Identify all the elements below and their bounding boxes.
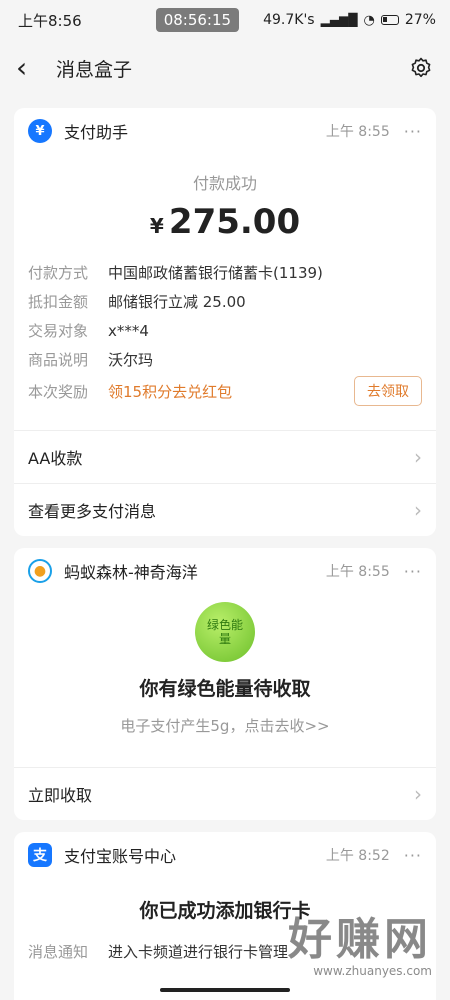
badge-text: 绿色能量: [206, 618, 243, 646]
detail-value: 中国邮政储蓄银行储蓄卡(1139): [108, 264, 323, 282]
card-time: 上午 8:55: [325, 124, 390, 140]
currency-symbol: ¥: [149, 214, 164, 238]
detail-row: 商品说明 沃尔玛: [14, 345, 436, 374]
detail-key: 商品说明: [28, 351, 89, 369]
aa-collect-link[interactable]: AA收款 ›: [14, 430, 436, 483]
signal-icon: ▂▄▆█: [320, 13, 358, 27]
card-name: 支付宝账号中心: [64, 847, 177, 866]
status-bar: 上午8:56 08:56:15 49.7K's ▂▄▆█ ◔ 27%: [0, 0, 450, 40]
card-name: 支付助手: [64, 123, 129, 142]
amount-value: 275.00: [168, 202, 301, 242]
detail-value: 沃尔玛: [108, 351, 154, 369]
pay-assistant-logo-icon: ¥: [28, 119, 52, 143]
notice-value: 进入卡频道进行银行卡管理: [108, 943, 289, 961]
alipay-logo-icon: 支: [28, 843, 52, 867]
card-header: ● 蚂蚁森林-神奇海洋 上午 8:55 ···: [14, 548, 436, 594]
battery-level: 27%: [404, 12, 436, 28]
pay-status: 付款成功: [192, 174, 257, 193]
card-header: ¥ 支付助手 上午 8:55 ···: [14, 108, 436, 154]
payment-card[interactable]: ¥ 支付助手 上午 8:55 ··· 付款成功 ¥ 275.00 付款方式 中国邮…: [14, 108, 436, 536]
more-payments-link[interactable]: 查看更多支付消息 ›: [14, 483, 436, 536]
more-icon[interactable]: ···: [404, 562, 422, 581]
card-time: 上午 8:52: [325, 848, 390, 864]
chevron-right-icon: ›: [414, 782, 422, 806]
card-header: 支 支付宝账号中心 上午 8:52 ···: [14, 832, 436, 878]
detail-row: 交易对象 x***4: [14, 316, 436, 345]
nav-bar: ‹ 消息盒子: [0, 40, 450, 96]
more-icon[interactable]: ···: [404, 122, 422, 141]
site-watermark: 好赚网 www.zhuanyes.com: [288, 914, 432, 979]
claim-button[interactable]: 去领取: [354, 376, 422, 406]
detail-row: 付款方式 中国邮政储蓄银行储蓄卡(1139): [14, 258, 436, 287]
detail-row: 抵扣金额 邮储银行立减 25.00: [14, 287, 436, 316]
chevron-right-icon: ›: [414, 498, 422, 522]
home-indicator: [160, 988, 290, 992]
battery-icon: [380, 15, 399, 25]
forest-headline: 你有绿色能量待收取: [139, 678, 311, 700]
status-right: 49.7K's ▂▄▆█ ◔ 27%: [263, 12, 436, 28]
forest-card[interactable]: ● 蚂蚁森林-神奇海洋 上午 8:55 ··· 绿色能量 你有绿色能量待收取 电…: [14, 548, 436, 820]
detail-key: 抵扣金额: [28, 293, 89, 311]
link-label: 立即收取: [28, 786, 93, 805]
more-icon[interactable]: ···: [404, 846, 422, 865]
net-speed: 49.7K's: [263, 12, 315, 28]
back-icon[interactable]: ‹: [16, 54, 48, 82]
detail-value: x***4: [108, 321, 149, 340]
watermark-title: 好赚网: [288, 914, 432, 965]
settings-icon[interactable]: [408, 55, 434, 81]
detail-key: 交易对象: [28, 322, 89, 340]
status-time: 上午8:56: [18, 11, 82, 30]
reward-row: 本次奖励 领15积分去兑红包 去领取: [14, 374, 436, 408]
collect-now-link[interactable]: 立即收取 ›: [14, 767, 436, 820]
pay-amount: ¥ 275.00: [14, 202, 436, 242]
watermark-url: www.zhuanyes.com: [313, 964, 432, 978]
card-time: 上午 8:55: [325, 564, 390, 580]
card-name: 蚂蚁森林-神奇海洋: [64, 563, 198, 582]
detail-value: 邮储银行立减 25.00: [108, 293, 246, 311]
pay-details: 付款方式 中国邮政储蓄银行储蓄卡(1139) 抵扣金额 邮储银行立减 25.00 交…: [14, 258, 436, 408]
green-energy-badge-icon: 绿色能量: [195, 602, 255, 662]
notice-key: 消息通知: [28, 943, 89, 961]
reward-text[interactable]: 领15积分去兑红包: [108, 381, 232, 402]
wifi-icon: ◔: [363, 12, 375, 28]
ant-forest-logo-icon: ●: [28, 559, 52, 583]
detail-key: 付款方式: [28, 264, 89, 282]
forest-sub[interactable]: 电子支付产生5g，点击去收>>: [14, 715, 436, 736]
clock-badge: 08:56:15: [155, 8, 240, 32]
chevron-right-icon: ›: [414, 445, 422, 469]
link-label: AA收款: [28, 449, 83, 468]
reward-label: 本次奖励: [28, 382, 89, 401]
page-title: 消息盒子: [56, 58, 133, 81]
link-label: 查看更多支付消息: [28, 502, 157, 521]
